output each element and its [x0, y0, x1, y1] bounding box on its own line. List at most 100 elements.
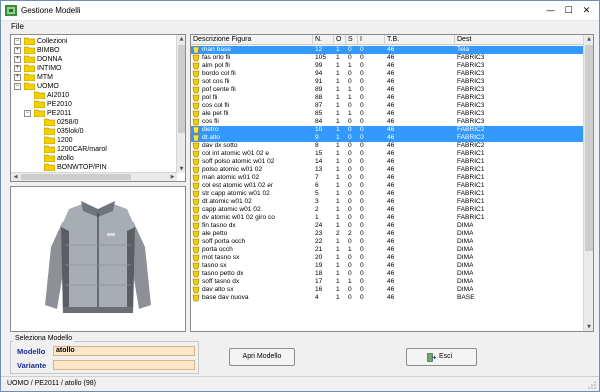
cell-n: 94: [315, 70, 323, 77]
cell-dest: FABRIC3: [457, 118, 485, 125]
table-row[interactable]: sot cos fli 91 1 0 0 46 FABRIC3: [191, 78, 584, 86]
column-header-i[interactable]: I: [358, 35, 385, 45]
cell-dest: FABRIC2: [457, 126, 485, 133]
minimize-button[interactable]: —: [544, 6, 557, 17]
expand-icon[interactable]: +: [14, 56, 21, 63]
cell-n: 4: [315, 294, 319, 301]
maximize-button[interactable]: ☐: [562, 6, 575, 17]
exit-button[interactable]: Esci: [406, 348, 477, 366]
scroll-up-icon[interactable]: ▲: [177, 35, 185, 43]
tree-horizontal-scrollbar[interactable]: ◀ ▶: [11, 172, 177, 181]
table-row[interactable]: dv atomic w01 02 giro co 1 1 0 0 46 FABRIC1: [191, 214, 584, 222]
table-row[interactable]: ale pet fli 85 1 1 0 46 FABRIC3: [191, 110, 584, 118]
table-row[interactable]: dt alto 9 1 0 0 46 FABRIC2: [191, 134, 584, 142]
cell-i: 0: [360, 158, 364, 165]
table-row[interactable]: soff tasno dx 17 1 1 0 46 DIMA: [191, 278, 584, 286]
column-header-descrizione[interactable]: Descrizione Figura: [191, 35, 313, 45]
menu-file[interactable]: File: [11, 22, 24, 31]
column-header-dest[interactable]: Dest: [455, 35, 584, 45]
collapse-icon[interactable]: −: [24, 110, 31, 117]
column-header-o[interactable]: O: [334, 35, 346, 45]
scroll-right-icon[interactable]: ▶: [168, 173, 177, 181]
variante-field[interactable]: [53, 360, 195, 370]
table-row[interactable]: pol fli 88 1 1 0 46 FABRIC3: [191, 94, 584, 102]
table-row[interactable]: capp atomic w01 02 2 1 0 0 46 FABRIC1: [191, 206, 584, 214]
scroll-thumb[interactable]: [585, 45, 593, 251]
cell-tb: 46: [387, 134, 395, 141]
table-row[interactable]: dav alto sx 16 1 0 0 46 DIMA: [191, 286, 584, 294]
folder-icon: [24, 55, 35, 63]
cell-tb: 46: [387, 206, 395, 213]
table-row[interactable]: col est atomic w01 02 er 6 1 0 0 46 FABRIC1: [191, 182, 584, 190]
table-row[interactable]: pof cente fli 89 1 1 0 46 FABRIC3: [191, 86, 584, 94]
table-row[interactable]: str capp atomic w01 02 5 1 0 0 46 FABRIC1: [191, 190, 584, 198]
scroll-up-icon[interactable]: ▲: [584, 35, 593, 43]
table-row[interactable]: alm pol fli 99 1 1 0 46 FABRIC3: [191, 62, 584, 70]
table-row[interactable]: fas orlo fli 105 1 0 0 46 FABRIC3: [191, 54, 584, 62]
cell-n: 7: [315, 174, 319, 181]
scroll-down-icon[interactable]: ▼: [177, 165, 185, 173]
scroll-thumb[interactable]: [178, 45, 185, 133]
cell-o: 1: [336, 46, 340, 53]
exit-button-label: Esci: [439, 353, 453, 360]
cell-tb: 46: [387, 70, 395, 77]
cell-tb: 46: [387, 198, 395, 205]
cell-descrizione: cos fli: [202, 118, 219, 125]
figures-table[interactable]: Descrizione Figura N. O S I T.B. Dest ma…: [190, 34, 594, 332]
collapse-icon[interactable]: −: [14, 38, 21, 45]
table-row[interactable]: fin tasno dx 24 1 0 0 46 DIMA: [191, 222, 584, 230]
open-model-button[interactable]: Apri Modello: [229, 348, 295, 366]
table-row[interactable]: man base 12 1 0 0 46 Tela: [191, 46, 584, 54]
table-row[interactable]: mot tasno sx 20 1 0 0 46 DIMA: [191, 254, 584, 262]
cell-s: 0: [348, 190, 352, 197]
cell-s: 0: [348, 118, 352, 125]
cell-s: 0: [348, 214, 352, 221]
collapse-icon[interactable]: −: [14, 83, 21, 90]
cell-s: 1: [348, 86, 352, 93]
table-row[interactable]: base dav nuova 4 1 0 0 46 BASE: [191, 294, 584, 302]
modello-field[interactable]: atollo: [53, 346, 195, 356]
table-row[interactable]: tasno petto dx 18 1 0 0 46 DIMA: [191, 270, 584, 278]
table-vertical-scrollbar[interactable]: ▲ ▼: [583, 35, 593, 331]
collection-tree[interactable]: − Collezioni + BIMBO + DONNA + INTIMO + MTM − UOM…: [10, 34, 186, 182]
table-row[interactable]: porta occh 21 1 1 0 46 DIMA: [191, 246, 584, 254]
column-header-tb[interactable]: T.B.: [385, 35, 455, 45]
table-row[interactable]: col int atomic w01 02 e 15 1 0 0 46 FABRIC1: [191, 150, 584, 158]
table-row[interactable]: ale petto 23 2 2 0 46 DIMA: [191, 230, 584, 238]
cell-descrizione: man base: [202, 46, 231, 53]
cell-descrizione: fas orlo fli: [202, 54, 231, 61]
table-row[interactable]: soff porta occh 22 1 0 0 46 DIMA: [191, 238, 584, 246]
cell-n: 88: [315, 94, 323, 101]
cell-descrizione: dv atomic w01 02 giro co: [202, 214, 275, 221]
table-row[interactable]: tasno sx 19 1 0 0 46 DIMA: [191, 262, 584, 270]
close-button[interactable]: ✕: [580, 6, 593, 17]
cell-tb: 46: [387, 142, 395, 149]
column-header-s[interactable]: S: [346, 35, 358, 45]
scroll-thumb[interactable]: [21, 174, 131, 180]
tree-vertical-scrollbar[interactable]: ▲ ▼: [176, 35, 185, 173]
scroll-left-icon[interactable]: ◀: [11, 173, 20, 181]
table-row[interactable]: dt atomic w01 02 3 1 0 0 46 FABRIC1: [191, 198, 584, 206]
column-header-n[interactable]: N.: [313, 35, 334, 45]
table-row[interactable]: dav dx sotto 8 1 0 0 46 FABRIC2: [191, 142, 584, 150]
expand-icon[interactable]: +: [14, 74, 21, 81]
resize-grip-icon[interactable]: [588, 381, 596, 389]
table-row[interactable]: dietro 10 1 0 0 46 FABRIC2: [191, 126, 584, 134]
cell-s: 0: [348, 286, 352, 293]
expand-icon[interactable]: +: [14, 65, 21, 72]
cell-n: 20: [315, 254, 323, 261]
table-row[interactable]: polso atomic w01 02 13 1 0 0 46 FABRIC1: [191, 166, 584, 174]
expand-icon[interactable]: +: [14, 47, 21, 54]
table-row[interactable]: cos fli 84 1 0 0 46 FABRIC3: [191, 118, 584, 126]
cell-s: 0: [348, 254, 352, 261]
cell-dest: DIMA: [457, 238, 474, 245]
folder-icon: [44, 145, 55, 153]
scroll-down-icon[interactable]: ▼: [584, 323, 593, 331]
cell-i: 0: [360, 78, 364, 85]
cell-s: 0: [348, 102, 352, 109]
table-row[interactable]: bordo col fli 94 1 0 0 46 FABRIC3: [191, 70, 584, 78]
cell-i: 0: [360, 190, 364, 197]
table-row[interactable]: soff polso atomic w01 02 14 1 0 0 46 FABRIC1: [191, 158, 584, 166]
table-row[interactable]: man atomic w01 02 7 1 0 0 46 FABRIC1: [191, 174, 584, 182]
table-row[interactable]: cos col fli 87 1 0 0 46 FABRIC3: [191, 102, 584, 110]
